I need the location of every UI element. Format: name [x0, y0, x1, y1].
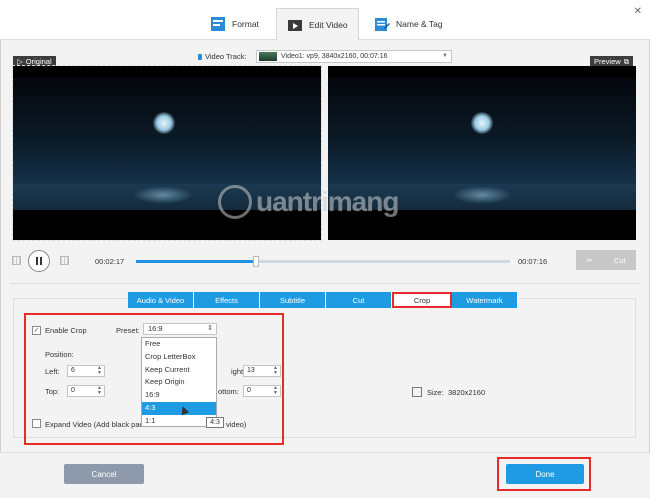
expand-video-label: Expand Video (Add black pad [45, 420, 144, 429]
left-label: Left: [45, 367, 60, 376]
close-icon[interactable]: ✕ [634, 6, 642, 17]
right-input[interactable]: 13 ▲ ▼ [243, 365, 281, 377]
watermark-logo-icon [218, 185, 252, 219]
tab-name-tag-label: Name & Tag [396, 19, 443, 29]
preset-option-1-1[interactable]: 1:1 [142, 415, 216, 428]
preset-label: Preset: [116, 326, 140, 335]
option-tooltip: 4:3 [206, 417, 224, 428]
bottom-label: ottom: [218, 387, 239, 396]
size-icon [412, 387, 422, 397]
tab-crop[interactable]: Crop [392, 292, 452, 308]
video-track-select[interactable]: Video1: vp9, 3840x2160, 00:07:16 ▼ [256, 50, 452, 63]
cancel-button[interactable]: Cancel [64, 464, 144, 484]
chevron-updown-icon: ⇕ [207, 325, 213, 332]
tab-subtitle[interactable]: Subtitle [260, 292, 326, 308]
left-input[interactable]: 6 ▲ ▼ [67, 365, 105, 377]
tab-edit-video[interactable]: Edit Video [276, 8, 359, 40]
tab-format-label: Format [232, 19, 259, 29]
preset-option-crop-letterbox[interactable]: Crop LetterBox [142, 351, 216, 364]
play-small-icon: ▷ [17, 57, 23, 66]
moon [471, 112, 493, 134]
enable-crop-checkbox[interactable]: ✓ [32, 326, 41, 335]
video-thumbnail [259, 52, 277, 61]
bottom-input[interactable]: 0 ▲ ▼ [243, 385, 281, 397]
pause-button[interactable] [28, 250, 50, 272]
size-value: 3820x2160 [448, 388, 486, 397]
name-tag-icon [374, 16, 390, 32]
position-label: Position: [45, 350, 74, 359]
expand-video-checkbox[interactable] [32, 419, 41, 428]
enable-crop-label: Enable Crop [45, 326, 87, 335]
tab-effects[interactable]: Effects [194, 292, 260, 308]
done-button[interactable]: Done [506, 464, 584, 484]
current-time: 00:02:17 [95, 257, 125, 266]
chevron-down-icon: ▼ [442, 53, 448, 59]
top-tab-bar: Format Edit Video Name & Tag ✕ [0, 0, 650, 40]
tab-edit-video-label: Edit Video [309, 19, 348, 30]
preset-option-free[interactable]: Free [142, 338, 216, 351]
tab-name-tag[interactable]: Name & Tag [364, 8, 453, 40]
format-icon [210, 16, 226, 32]
preset-select[interactable]: 16:9 ⇕ [143, 323, 217, 335]
size-label: Size: [427, 388, 444, 397]
seek-bar[interactable] [136, 256, 510, 267]
tab-cut[interactable]: Cut [326, 292, 392, 308]
seek-progress [136, 260, 256, 263]
frame-forward-icon[interactable] [60, 256, 69, 265]
preset-option-keep-current[interactable]: Keep Current [142, 364, 216, 377]
seek-handle[interactable] [252, 256, 259, 267]
tab-format[interactable]: Format [200, 8, 269, 40]
top-label: Top: [45, 387, 60, 396]
site-watermark: uantrimang [218, 180, 438, 224]
tab-audio-video[interactable]: Audio & Video [128, 292, 194, 308]
moon [153, 112, 175, 134]
expand-icon[interactable]: ⧉ [624, 57, 629, 67]
edit-tabs: Audio & Video Effects Subtitle Cut Crop … [128, 292, 518, 308]
edit-video-icon [287, 17, 303, 33]
preset-option-16-9[interactable]: 16:9 [142, 389, 216, 402]
preset-option-keep-origin[interactable]: Keep Origin [142, 376, 216, 389]
cut-button[interactable]: ✂ Cut [576, 250, 636, 270]
video-track-icon [198, 53, 202, 60]
playback-controls: 00:02:17 00:07:16 ✂ Cut [0, 248, 650, 274]
frame-back-icon[interactable] [12, 256, 21, 265]
top-input[interactable]: 0 ▲ ▼ [67, 385, 105, 397]
preset-dropdown[interactable]: Free Crop LetterBox Keep Current Keep Or… [141, 337, 217, 427]
scissors-icon: ✂ [586, 255, 593, 265]
tab-watermark[interactable]: Watermark [452, 292, 518, 308]
expand-video-label-tail: video) [226, 420, 247, 429]
total-time: 00:07:16 [518, 257, 548, 266]
video-track-label: Video Track: [198, 52, 247, 61]
